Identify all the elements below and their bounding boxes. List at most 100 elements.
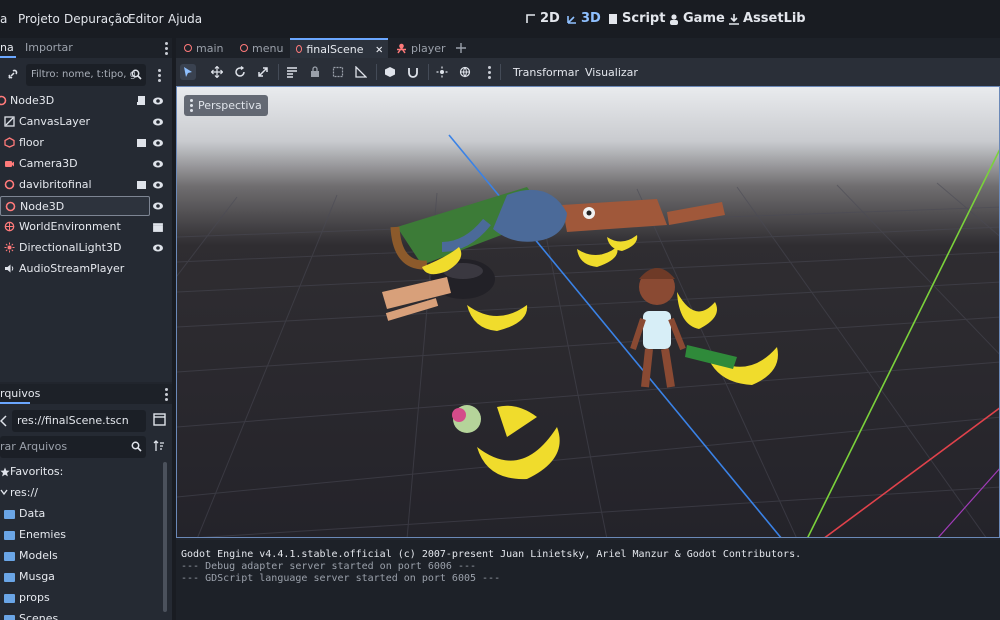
link-icon[interactable] xyxy=(6,68,19,81)
snap-button[interactable] xyxy=(405,64,421,80)
menu-project[interactable]: Projeto xyxy=(18,12,60,26)
move-icon xyxy=(211,66,223,78)
workspace-script-button[interactable]: Script xyxy=(607,11,665,26)
tree-node-label: DirectionalLight3D xyxy=(19,241,122,254)
star-icon xyxy=(0,467,10,477)
fs-folder-scenes[interactable]: Scenes xyxy=(0,609,160,620)
transform-menu[interactable]: Transformar xyxy=(513,66,579,79)
3d-viewport[interactable]: Perspectiva xyxy=(176,86,1000,538)
perspective-menu-button[interactable]: Perspectiva xyxy=(184,95,268,116)
fs-folder-enemies[interactable]: Enemies xyxy=(0,525,160,545)
view-menu[interactable]: Visualizar xyxy=(585,66,638,79)
visibility-eye-icon[interactable] xyxy=(152,95,164,107)
script-icon[interactable] xyxy=(136,95,147,106)
scale-tool-button[interactable] xyxy=(255,64,271,80)
folder-icon xyxy=(4,510,15,519)
tree-node-node3d-selected[interactable]: Node3D xyxy=(0,196,150,216)
chevron-left-icon[interactable] xyxy=(0,414,8,428)
clapperboard-icon[interactable] xyxy=(152,221,164,233)
tab-scene-main[interactable]: main xyxy=(184,38,223,58)
mesh-icon xyxy=(4,137,15,148)
scene-filter-menu-icon[interactable] xyxy=(158,69,162,84)
menu-debug[interactable]: Depuração xyxy=(64,12,129,26)
node3d-icon xyxy=(240,44,248,52)
fs-folder-models[interactable]: Models xyxy=(0,546,160,566)
filesystem-menu-icon[interactable] xyxy=(165,388,169,403)
scene-filter-input[interactable]: Filtro: nome, t:tipo, g xyxy=(26,64,146,86)
tree-node-label: Node3D xyxy=(20,200,65,213)
visibility-eye-icon[interactable] xyxy=(152,179,164,191)
menu-help[interactable]: Ajuda xyxy=(168,12,202,26)
split-view-icon[interactable] xyxy=(153,413,166,426)
filesystem-search-input[interactable]: rar Arquivos xyxy=(0,436,146,458)
filesystem-path-input[interactable]: res://finalScene.tscn xyxy=(12,410,146,432)
world-icon xyxy=(4,221,15,232)
workspace-3d-button[interactable]: 3D xyxy=(566,11,601,26)
globe-icon xyxy=(459,66,471,78)
group-button[interactable] xyxy=(330,64,346,80)
visibility-eye-icon[interactable] xyxy=(152,242,164,254)
folder-icon xyxy=(4,594,15,603)
tab-scene[interactable]: na xyxy=(0,41,14,54)
lock-button[interactable] xyxy=(307,64,323,80)
scene-tab-label: finalScene xyxy=(306,42,364,56)
fs-item-label: Favoritos: xyxy=(10,465,64,478)
tree-node-davibritofinal[interactable]: davibritofinal xyxy=(0,175,170,195)
add-tab-icon[interactable] xyxy=(455,42,467,54)
toolbar-more-icon[interactable] xyxy=(488,66,492,81)
menu-scene[interactable]: a xyxy=(0,12,7,26)
workspace-game-button[interactable]: Game xyxy=(668,11,725,26)
visibility-eye-icon[interactable] xyxy=(152,158,164,170)
tab-scene-finalscene[interactable]: finalScene xyxy=(290,38,388,58)
tree-node-label: Node3D xyxy=(10,94,55,107)
magnet-icon xyxy=(408,68,418,78)
tab-scene-menu[interactable]: menu xyxy=(240,38,283,58)
ruler-button[interactable] xyxy=(353,64,369,80)
tree-node-canvaslayer[interactable]: CanvasLayer xyxy=(0,112,170,132)
filesystem-scrollbar[interactable] xyxy=(163,462,167,612)
preview-sun-button[interactable] xyxy=(434,64,450,80)
cursor-icon xyxy=(184,67,192,77)
visibility-eye-icon[interactable] xyxy=(152,137,164,149)
filesystem-dock-tabs: rquivos xyxy=(0,384,172,404)
fs-folder-props[interactable]: props xyxy=(0,588,160,608)
output-line: Godot Engine v4.4.1.stable.official (c) … xyxy=(181,549,802,560)
sky-gradient xyxy=(177,87,999,537)
workspace-2d-button[interactable]: 2D xyxy=(525,11,560,26)
select-tool-button[interactable] xyxy=(180,64,196,80)
workspace-assetlib-button[interactable]: AssetLib xyxy=(728,11,806,26)
close-icon[interactable] xyxy=(375,45,382,54)
visibility-eye-icon[interactable] xyxy=(152,116,164,128)
fs-folder-res-root[interactable]: res:// xyxy=(0,483,160,503)
rotate-tool-button[interactable] xyxy=(232,64,248,80)
move-tool-button[interactable] xyxy=(209,64,225,80)
visibility-eye-icon[interactable] xyxy=(152,200,164,212)
list-select-button[interactable] xyxy=(284,64,300,80)
node3d-icon xyxy=(0,95,7,106)
tree-node-label: CanvasLayer xyxy=(19,115,91,128)
fs-folder-data[interactable]: Data xyxy=(0,504,160,524)
tab-filesystem[interactable]: rquivos xyxy=(0,387,40,400)
tree-node-camera3d[interactable]: Camera3D xyxy=(0,154,170,174)
local-space-button[interactable] xyxy=(382,64,398,80)
group-icon xyxy=(332,66,344,78)
fs-item-label: res:// xyxy=(10,486,38,499)
fs-folder-musga[interactable]: Musga xyxy=(0,567,160,587)
tree-node-worldenvironment[interactable]: WorldEnvironment xyxy=(0,217,170,237)
tree-node-node3d-root[interactable]: Node3D xyxy=(0,91,170,111)
fs-favorites[interactable]: Favoritos: xyxy=(0,462,160,482)
clapperboard-icon[interactable] xyxy=(136,179,147,190)
sort-icon[interactable] xyxy=(153,440,165,452)
tree-node-audiostreamplayer[interactable]: AudioStreamPlayer xyxy=(0,259,170,279)
clapperboard-icon[interactable] xyxy=(136,137,147,148)
menu-editor[interactable]: Editor xyxy=(128,12,164,26)
game-icon xyxy=(670,13,678,25)
tree-node-directionallight3d[interactable]: DirectionalLight3D xyxy=(0,238,170,258)
scene-dock-menu-icon[interactable] xyxy=(165,42,169,57)
tab-scene-player[interactable]: player xyxy=(396,38,446,58)
preview-environment-button[interactable] xyxy=(457,64,473,80)
tab-import[interactable]: Importar xyxy=(25,41,73,54)
tree-node-floor[interactable]: floor xyxy=(0,133,170,153)
script-icon xyxy=(609,13,617,24)
active-tab-indicator xyxy=(0,402,30,404)
